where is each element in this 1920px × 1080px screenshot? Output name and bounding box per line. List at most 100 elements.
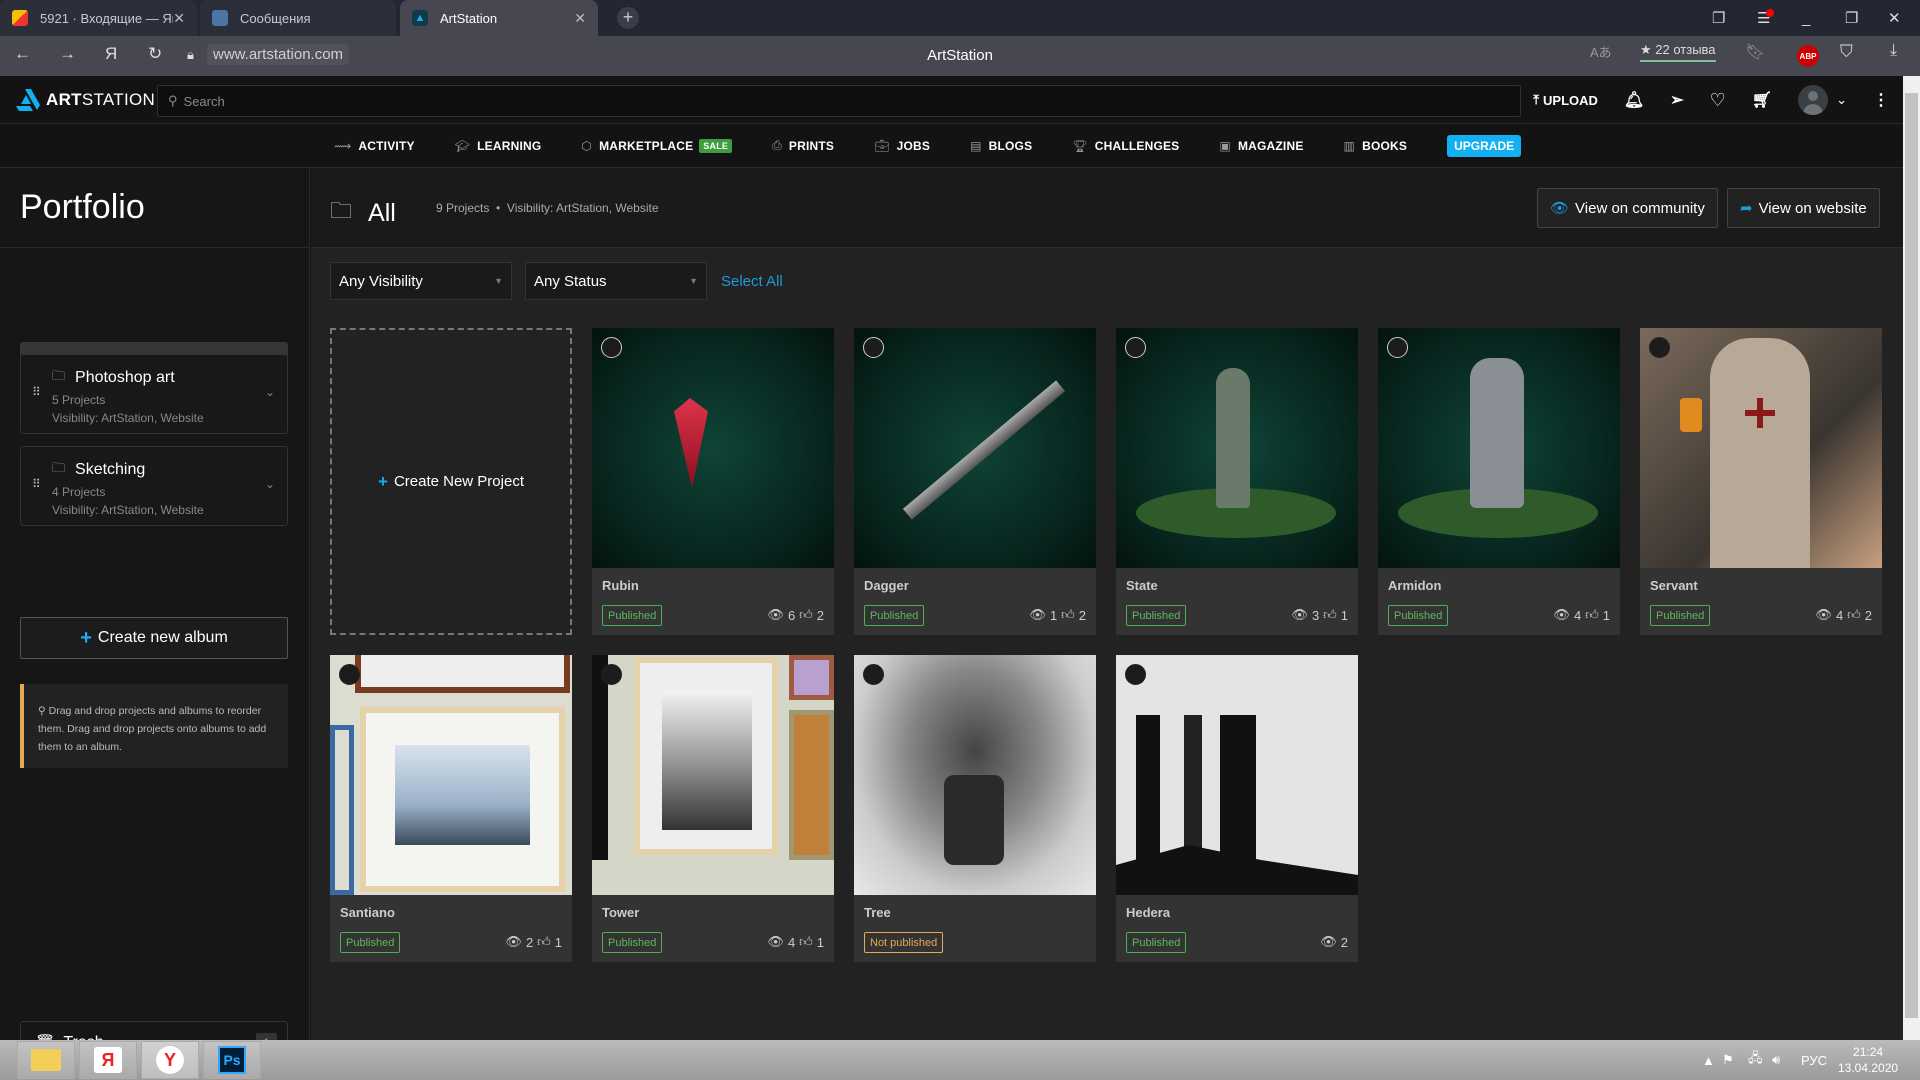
- heart-icon[interactable]: ♡: [1710, 90, 1726, 111]
- nav-magazine[interactable]: ▣ MAGAZINE: [1219, 139, 1303, 153]
- photoshop-icon[interactable]: Ps: [203, 1041, 261, 1079]
- paper-plane-icon[interactable]: ➢: [1670, 90, 1683, 110]
- project-card[interactable]: Rubin Published 👁︎ 6 👍︎ 2: [592, 328, 834, 635]
- document-icon: ▤: [970, 138, 982, 153]
- search-input[interactable]: ⚲ Search: [157, 85, 1521, 117]
- view-on-community-button[interactable]: 👁︎ View on community: [1537, 188, 1718, 228]
- avatar[interactable]: ⌄: [1798, 85, 1847, 115]
- project-card[interactable]: Tree Not published: [854, 655, 1096, 962]
- upload-button[interactable]: ⤒ UPLOAD: [1533, 92, 1598, 108]
- select-checkbox[interactable]: [863, 337, 884, 358]
- status-badge: Published: [1126, 932, 1187, 953]
- chevron-down-icon[interactable]: ⌄: [265, 477, 275, 491]
- project-card[interactable]: Servant Published 👁︎ 4 👍︎ 2: [1640, 328, 1882, 635]
- close-window-button[interactable]: ✕: [1888, 0, 1901, 36]
- tab-messages[interactable]: Сообщения: [200, 0, 396, 36]
- close-icon[interactable]: ✕: [173, 10, 185, 27]
- close-icon[interactable]: ✕: [574, 10, 586, 27]
- nav-learning[interactable]: 🎓︎ LEARNING: [455, 139, 542, 153]
- status-badge: Published: [602, 932, 663, 953]
- yandex-icon[interactable]: Я: [79, 1041, 137, 1079]
- minimize-button[interactable]: _: [1802, 0, 1810, 36]
- eye-icon: 👁︎: [767, 934, 784, 949]
- collections-icon[interactable]: ❐: [1712, 0, 1725, 36]
- portfolio-sidebar: Portfolio ⠿ 🗁All 9 Projects Visibility: …: [0, 168, 310, 1065]
- translate-icon[interactable]: Aあ: [1590, 42, 1612, 61]
- yandex-browser-icon[interactable]: Y: [141, 1041, 199, 1079]
- select-checkbox[interactable]: [1125, 337, 1146, 358]
- project-stats: 👁︎ 4 👍︎ 2: [1815, 607, 1872, 623]
- project-thumbnail: [854, 655, 1096, 895]
- language-indicator[interactable]: РУС: [1801, 1040, 1827, 1080]
- nav-prints[interactable]: ⎙ PRINTS: [772, 138, 834, 153]
- select-checkbox[interactable]: [1649, 337, 1670, 358]
- nav-activity[interactable]: ⟿ ACTIVITY: [334, 139, 415, 153]
- new-tab-button[interactable]: +: [617, 7, 639, 29]
- filters: Any Visibility ▼ Any Status ▼ Select All: [330, 262, 783, 300]
- album-photoshop-art[interactable]: ⠿ 🗀 Photoshop art 5 Projects Visibility: …: [20, 354, 288, 434]
- project-card[interactable]: Dagger Published 👁︎ 1 👍︎ 2: [854, 328, 1096, 635]
- project-stats: 👁︎ 4 👍︎ 1: [1553, 607, 1610, 623]
- chevron-down-icon[interactable]: ⌄: [265, 385, 275, 399]
- bell-icon[interactable]: 🔔︎: [1624, 90, 1644, 110]
- windows-taskbar: [0, 1040, 1920, 1080]
- tab-mail[interactable]: 5921 · Входящие — Янд ✕: [0, 0, 197, 36]
- folder-icon: 🗀: [52, 368, 66, 383]
- drag-handle-icon[interactable]: ⠿: [32, 478, 41, 490]
- status-select[interactable]: Any Status ▼: [525, 262, 707, 300]
- project-card[interactable]: Hedera Published 👁︎ 2: [1116, 655, 1358, 962]
- thumbs-up-icon: 👍︎: [799, 934, 813, 949]
- bookmark-icon[interactable]: 🔖︎: [1745, 42, 1765, 62]
- more-vertical-icon[interactable]: ⋮: [1873, 90, 1889, 110]
- abp-icon[interactable]: ABP: [1797, 45, 1819, 67]
- nav-blogs[interactable]: ▤ BLOGS: [970, 139, 1032, 153]
- view-on-website-button[interactable]: ➦ View on website: [1727, 188, 1880, 228]
- select-checkbox[interactable]: [863, 664, 884, 685]
- album-sketching[interactable]: ⠿ 🗀 Sketching 4 Projects Visibility: ArtS…: [20, 446, 288, 526]
- file-explorer-icon[interactable]: [17, 1041, 75, 1079]
- restore-button[interactable]: ❐: [1845, 0, 1858, 36]
- menu-icon[interactable]: ☰: [1757, 0, 1775, 36]
- volume-icon[interactable]: 🔊︎: [1772, 1040, 1780, 1080]
- nav-marketplace[interactable]: ⬡ MARKETPLACE SALE: [581, 138, 733, 153]
- project-card[interactable]: Santiano Published 👁︎ 2 👍︎ 1: [330, 655, 572, 962]
- page-scrollbar[interactable]: [1903, 76, 1920, 1040]
- upgrade-button[interactable]: UPGRADE: [1447, 134, 1522, 157]
- action-center-icon[interactable]: ⚑: [1722, 1040, 1734, 1080]
- tray-expand-icon[interactable]: ▲: [1702, 1040, 1715, 1080]
- protect-icon[interactable]: ⛉: [1840, 42, 1853, 62]
- album-meta: 9 Projects • Visibility: ArtStation, Web…: [436, 201, 659, 215]
- create-album-button[interactable]: + Create new album: [20, 617, 288, 659]
- eye-icon: 👁︎: [1029, 607, 1046, 622]
- top-right-actions: ⤒ UPLOAD 🔔︎ ➢ ♡ 🛒︎ ⌄ ⋮: [1533, 76, 1903, 124]
- network-icon[interactable]: 🖧︎: [1748, 1040, 1763, 1080]
- chat-icon: [212, 10, 228, 26]
- project-card[interactable]: State Published 👁︎ 3 👍︎ 1: [1116, 328, 1358, 635]
- caret-down-icon: ▼: [494, 276, 503, 286]
- select-checkbox[interactable]: [1125, 664, 1146, 685]
- cart-icon[interactable]: 🛒︎: [1752, 90, 1772, 110]
- nav-books[interactable]: ▥ BOOKS: [1344, 139, 1408, 153]
- drag-handle-icon[interactable]: ⠿: [32, 386, 41, 398]
- chevron-down-icon: ⌄: [1836, 92, 1847, 107]
- scrollbar-thumb[interactable]: [1905, 93, 1918, 1018]
- thumbs-up-icon: 👍︎: [799, 607, 813, 622]
- select-checkbox[interactable]: [601, 337, 622, 358]
- nav-challenges[interactable]: 🏆︎ CHALLENGES: [1072, 139, 1179, 153]
- select-checkbox[interactable]: [601, 664, 622, 685]
- reviews-button[interactable]: ★ 22 отзыва: [1640, 42, 1716, 62]
- select-checkbox[interactable]: [339, 664, 360, 685]
- project-card[interactable]: Armidon Published 👁︎ 4 👍︎ 1: [1378, 328, 1620, 635]
- thumbs-up-icon: 👍︎: [1585, 607, 1599, 622]
- create-project-button[interactable]: + Create New Project: [330, 328, 572, 635]
- tab-artstation[interactable]: ▲ ArtStation ✕: [400, 0, 598, 36]
- folder-icon: 🗀: [330, 198, 353, 223]
- select-all-link[interactable]: Select All: [721, 273, 783, 290]
- project-card[interactable]: Tower Published 👁︎ 4 👍︎ 1: [592, 655, 834, 962]
- visibility-select[interactable]: Any Visibility ▼: [330, 262, 512, 300]
- artstation-logo[interactable]: ARTSTATION: [16, 88, 155, 111]
- download-icon[interactable]: ⤓: [1890, 42, 1897, 60]
- clock[interactable]: 21:24 13.04.2020: [1838, 1040, 1898, 1080]
- nav-jobs[interactable]: 💼︎ JOBS: [874, 139, 930, 153]
- select-checkbox[interactable]: [1387, 337, 1408, 358]
